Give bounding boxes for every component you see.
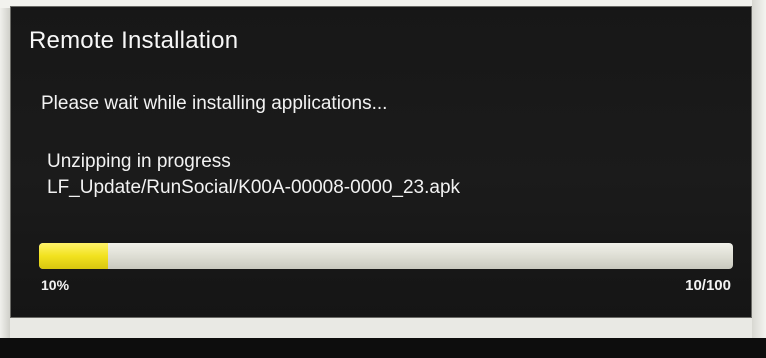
install-message: Please wait while installing application… [41, 93, 388, 114]
progress-bar-fill [39, 243, 109, 269]
progress-count-label: 10/100 [685, 277, 731, 294]
remote-installation-dialog: Remote Installation Please wait while in… [10, 6, 752, 318]
screen-left-edge [0, 0, 10, 358]
progress-bar [39, 243, 733, 269]
screen-right-edge [752, 0, 766, 358]
screen-bottom-bezel [0, 338, 766, 358]
progress-percent-label: 10% [41, 277, 70, 293]
dialog-title: Remote Installation [29, 27, 239, 54]
current-file-path: LF_Update/RunSocial/K00A-00008-0000_23.a… [47, 177, 461, 198]
unzip-status: Unzipping in progress [47, 151, 231, 172]
